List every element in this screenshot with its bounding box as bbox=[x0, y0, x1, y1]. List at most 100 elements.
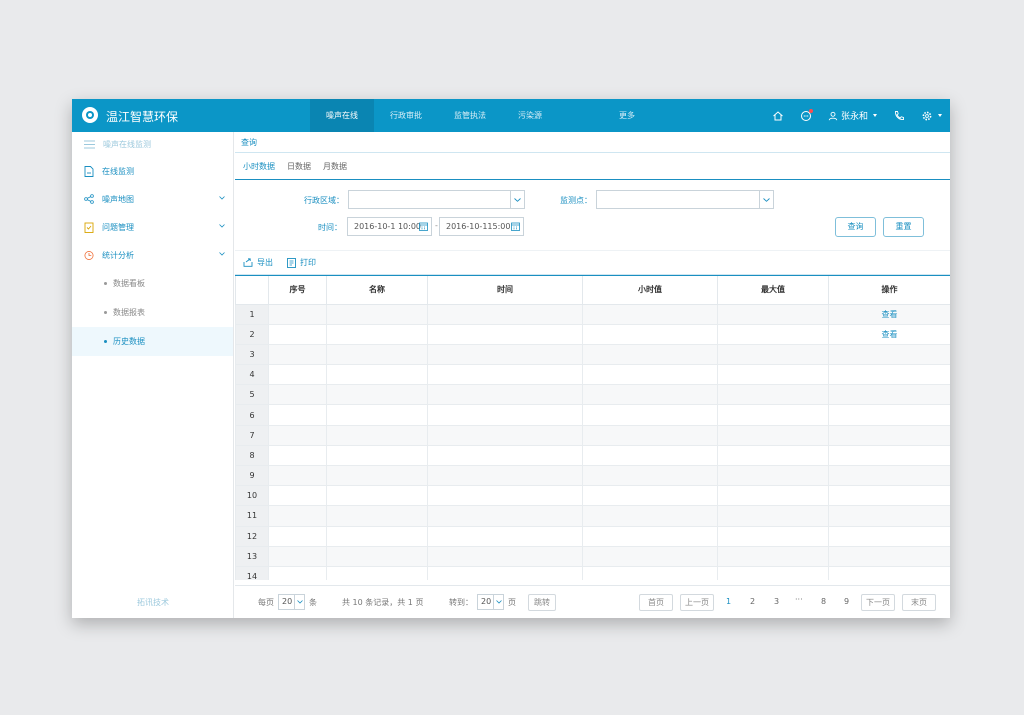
app-logo-icon bbox=[82, 107, 98, 123]
settings-menu[interactable] bbox=[921, 110, 942, 122]
table-cell bbox=[326, 464, 428, 487]
table-cell bbox=[427, 485, 583, 507]
sidebar-item-noise-map[interactable]: 噪声地图 bbox=[72, 185, 233, 213]
monitor-doc-icon bbox=[84, 165, 94, 177]
calendar-icon[interactable] bbox=[419, 222, 428, 231]
sidebar-header[interactable]: 噪声在线监测 bbox=[72, 132, 233, 157]
nav-item-more[interactable]: 更多 bbox=[603, 99, 651, 132]
row-action-view bbox=[828, 343, 950, 366]
user-name: 张永和 bbox=[840, 112, 868, 122]
table-body: 1 查看 2 查看 3 4 5 6 7 8 9 10 11 12 13 14 bbox=[235, 303, 950, 580]
sidebar-subitem-history[interactable]: 历史数据 bbox=[72, 327, 233, 356]
row-action-view bbox=[828, 404, 950, 426]
sidebar-item-statistics[interactable]: 统计分析 bbox=[72, 241, 233, 269]
row-action-view[interactable]: 查看 bbox=[828, 303, 950, 325]
table-cell bbox=[717, 505, 829, 527]
export-button[interactable]: 导出 bbox=[243, 257, 273, 268]
phone-icon[interactable] bbox=[893, 110, 905, 122]
column-header[interactable]: 时间 bbox=[427, 276, 583, 305]
per-page-suffix: 条 bbox=[309, 598, 317, 607]
page-number[interactable]: 2 bbox=[750, 597, 755, 606]
calendar-icon[interactable] bbox=[511, 222, 520, 231]
monitor-point-select[interactable] bbox=[596, 190, 774, 209]
tab-daily[interactable]: 日数据 bbox=[287, 161, 311, 172]
row-action-view[interactable]: 查看 bbox=[828, 323, 950, 345]
print-button[interactable]: 打印 bbox=[287, 257, 316, 268]
page-number[interactable]: 8 bbox=[821, 597, 826, 606]
row-action-view bbox=[828, 364, 950, 386]
message-icon[interactable] bbox=[800, 108, 813, 122]
index-column-header bbox=[235, 276, 269, 305]
table-cell bbox=[427, 424, 583, 446]
jump-button[interactable]: 跳转 bbox=[528, 594, 556, 611]
nav-item-noise-online[interactable]: 噪声在线 bbox=[310, 99, 374, 132]
table-cell bbox=[717, 565, 829, 580]
table-cell bbox=[717, 545, 829, 567]
chevron-down-icon bbox=[873, 114, 877, 117]
table-cell bbox=[582, 424, 718, 446]
row-index: 8 bbox=[235, 444, 269, 467]
next-page-button[interactable]: 下一页 bbox=[861, 594, 895, 611]
table-cell bbox=[427, 545, 583, 567]
table-cell bbox=[268, 525, 327, 547]
table-cell bbox=[427, 464, 583, 487]
table-cell bbox=[326, 444, 428, 467]
last-page-button[interactable]: 末页 bbox=[902, 594, 936, 611]
sidebar-header-label: 噪声在线监测 bbox=[103, 140, 151, 149]
nav-item-enforcement[interactable]: 监管执法 bbox=[438, 99, 502, 132]
table-cell bbox=[268, 444, 327, 467]
table-cell bbox=[326, 404, 428, 426]
row-action-view bbox=[828, 464, 950, 487]
row-index: 1 bbox=[235, 303, 269, 325]
nav-item-approval[interactable]: 行政审批 bbox=[374, 99, 438, 132]
reset-button[interactable]: 重置 bbox=[883, 217, 924, 237]
page-number-current[interactable]: 1 bbox=[726, 597, 731, 606]
tab-monthly[interactable]: 月数据 bbox=[323, 161, 347, 172]
menu-icon[interactable] bbox=[84, 140, 95, 149]
table-cell bbox=[268, 323, 327, 345]
sidebar-subitem-label: 数据报表 bbox=[113, 308, 145, 317]
jump-prefix: 转到： bbox=[449, 598, 473, 607]
table-cell bbox=[427, 444, 583, 467]
chevron-down-icon bbox=[219, 196, 225, 200]
table-row: 6 bbox=[235, 404, 950, 426]
export-icon bbox=[243, 258, 253, 267]
region-select[interactable] bbox=[348, 190, 525, 209]
column-header[interactable]: 小时值 bbox=[582, 276, 718, 305]
user-menu[interactable]: 张永和 bbox=[828, 109, 877, 122]
chevron-down-icon bbox=[938, 114, 942, 117]
record-summary: 共 10 条记录，共 1 页 bbox=[342, 598, 424, 607]
prev-page-button[interactable]: 上一页 bbox=[680, 594, 714, 611]
first-page-button[interactable]: 首页 bbox=[639, 594, 673, 611]
row-index: 4 bbox=[235, 364, 269, 386]
tab-hourly[interactable]: 小时数据 bbox=[243, 161, 275, 172]
table-cell bbox=[582, 565, 718, 580]
sidebar-item-issue-management[interactable]: 问题管理 bbox=[72, 213, 233, 241]
data-tabs: 小时数据 日数据 月数据 bbox=[235, 153, 950, 180]
table-row: 4 bbox=[235, 364, 950, 386]
start-time-input[interactable]: 2016-10-1 10:00 bbox=[347, 217, 432, 236]
sidebar-subitem-dashboard[interactable]: 数据看板 bbox=[72, 269, 233, 298]
time-label: 时间： bbox=[318, 223, 342, 232]
page-number[interactable]: 3 bbox=[774, 597, 779, 606]
table-cell bbox=[268, 464, 327, 487]
table-row: 11 bbox=[235, 505, 950, 527]
table-cell bbox=[326, 485, 428, 507]
jump-page-select[interactable]: 20 bbox=[477, 594, 504, 610]
chevron-down-icon bbox=[219, 224, 225, 228]
column-header[interactable]: 最大值 bbox=[717, 276, 829, 305]
query-button[interactable]: 查询 bbox=[835, 217, 876, 237]
column-header[interactable]: 名称 bbox=[326, 276, 428, 305]
user-icon bbox=[828, 111, 838, 120]
sidebar-item-online-monitor[interactable]: 在线监测 bbox=[72, 157, 233, 185]
per-page-select[interactable]: 20 bbox=[278, 594, 305, 610]
sidebar-subitem-report[interactable]: 数据报表 bbox=[72, 298, 233, 327]
sidebar: 噪声在线监测 在线监测 噪声地图 问题管理 统计分析 数据看板 数据报表 历史数… bbox=[72, 132, 234, 618]
page-number[interactable]: 9 bbox=[844, 597, 849, 606]
table-cell bbox=[268, 343, 327, 366]
table-cell bbox=[582, 525, 718, 547]
nav-item-pollution-source[interactable]: 污染源 bbox=[502, 99, 558, 132]
home-icon[interactable] bbox=[772, 110, 784, 122]
column-header[interactable]: 序号 bbox=[268, 276, 327, 305]
end-time-input[interactable]: 2016-10-115:00 bbox=[439, 217, 524, 236]
